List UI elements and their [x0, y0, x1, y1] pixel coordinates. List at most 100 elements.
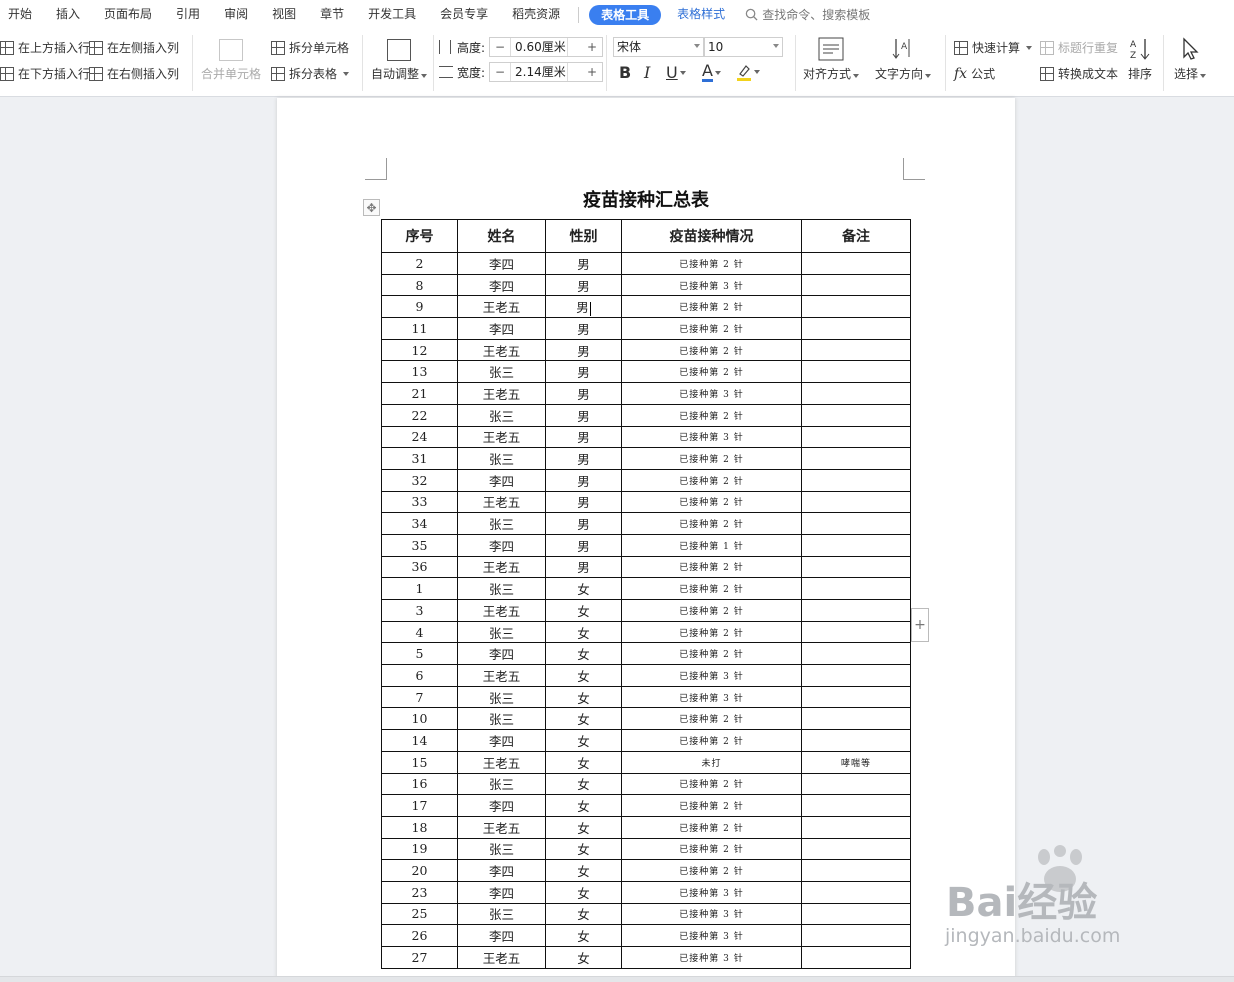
header-cell[interactable]: 性别 [545, 219, 622, 253]
cell-gender[interactable]: 男 [545, 533, 622, 557]
add-column-button[interactable]: + [911, 608, 929, 642]
convert-to-text-button[interactable]: 转换成文本 [1040, 65, 1118, 82]
auto-adjust-button[interactable]: 自动调整 [371, 39, 428, 82]
cell-gender[interactable]: 女 [545, 794, 622, 817]
cell-remark[interactable] [801, 468, 911, 492]
cell-gender[interactable]: 男 [545, 512, 622, 535]
cell-remark[interactable] [801, 880, 911, 904]
cell-serial[interactable]: 16 [381, 772, 458, 796]
cell-vaccination-status[interactable]: 已接种第 3 针 [621, 902, 802, 926]
column-width-decrease[interactable]: − [490, 63, 510, 81]
cell-name[interactable]: 王老五 [457, 946, 546, 969]
cell-remark[interactable] [801, 295, 911, 319]
row-height-decrease[interactable]: − [490, 38, 510, 56]
vaccination-table[interactable]: 序号 姓名 性别 疫苗接种情况 备注 2 李四男已接种第 2 针 8 李四男已接种第 … [381, 219, 911, 969]
cell-name[interactable]: 李四 [457, 273, 546, 297]
cell-vaccination-status[interactable]: 已接种第 3 针 [621, 425, 802, 449]
cell-name[interactable]: 王老五 [457, 382, 546, 405]
cell-vaccination-status[interactable]: 已接种第 2 针 [621, 707, 802, 731]
cell-name[interactable]: 王老五 [457, 338, 546, 362]
quick-calc-button[interactable]: 快速计算 [954, 39, 1033, 56]
tab-table-tools[interactable]: 表格工具 [589, 4, 662, 25]
cell-gender[interactable]: 女 [545, 685, 622, 709]
cell-serial[interactable]: 31 [381, 447, 458, 470]
cell-name[interactable]: 张三 [457, 707, 546, 731]
cell-vaccination-status[interactable]: 已接种第 2 针 [621, 360, 802, 384]
cell-name[interactable]: 张三 [457, 837, 546, 861]
insert-row-above-button[interactable]: 在上方插入行 [0, 39, 90, 56]
cell-gender[interactable]: 女 [545, 815, 622, 839]
header-cell[interactable]: 备注 [801, 219, 911, 253]
cell-serial[interactable]: 13 [381, 360, 458, 384]
cell-vaccination-status[interactable]: 已接种第 2 针 [621, 490, 802, 514]
cell-name[interactable]: 李四 [457, 729, 546, 752]
command-search[interactable]: 查找命令、搜索模板 [737, 6, 870, 23]
cell-serial[interactable]: 1 [381, 577, 458, 600]
row-height-stepper[interactable]: 高度: − 0.60厘米 + [439, 37, 604, 57]
cell-name[interactable]: 李四 [457, 880, 546, 904]
cell-serial[interactable]: 35 [381, 533, 458, 557]
insert-column-left-button[interactable]: 在左侧插入列 [89, 39, 179, 56]
cell-remark[interactable] [801, 685, 911, 709]
cell-gender[interactable]: 男 [545, 317, 622, 340]
cell-vaccination-status[interactable]: 已接种第 2 针 [621, 555, 802, 579]
cell-gender[interactable]: 女 [545, 946, 622, 969]
cell-serial[interactable]: 15 [381, 750, 458, 774]
cell-vaccination-status[interactable]: 已接种第 2 针 [621, 403, 802, 427]
cell-serial[interactable]: 24 [381, 425, 458, 449]
cell-vaccination-status[interactable]: 已接种第 2 针 [621, 729, 802, 752]
cell-remark[interactable] [801, 512, 911, 535]
cell-vaccination-status[interactable]: 已接种第 3 针 [621, 273, 802, 297]
cell-remark[interactable] [801, 902, 911, 926]
cell-serial[interactable]: 26 [381, 924, 458, 947]
cell-serial[interactable]: 25 [381, 902, 458, 926]
cell-gender[interactable]: 女 [545, 707, 622, 731]
cell-remark[interactable] [801, 664, 911, 687]
tab-start[interactable]: 开始 [0, 0, 44, 29]
cell-gender[interactable]: 女 [545, 620, 622, 644]
cell-vaccination-status[interactable]: 已接种第 2 针 [621, 599, 802, 622]
cell-gender[interactable]: 女 [545, 729, 622, 752]
cell-gender[interactable]: 女 [545, 837, 622, 861]
cell-gender[interactable]: 女 [545, 664, 622, 687]
cell-serial[interactable]: 21 [381, 382, 458, 405]
font-name-select[interactable]: 宋体 [613, 37, 704, 57]
split-table-button[interactable]: 拆分表格 [271, 65, 350, 82]
tab-review[interactable]: 审阅 [212, 0, 260, 29]
cell-vaccination-status[interactable]: 已接种第 2 针 [621, 252, 802, 275]
header-cell[interactable]: 序号 [381, 219, 458, 253]
cell-name[interactable]: 王老五 [457, 295, 546, 319]
cell-remark[interactable] [801, 425, 911, 449]
cell-vaccination-status[interactable]: 已接种第 2 针 [621, 468, 802, 492]
cell-name[interactable]: 李四 [457, 317, 546, 340]
tab-page-layout[interactable]: 页面布局 [92, 0, 164, 29]
cell-serial[interactable]: 9 [381, 295, 458, 319]
cell-gender[interactable]: 男 [545, 490, 622, 514]
column-width-value[interactable]: 2.14厘米 [510, 63, 569, 81]
cell-serial[interactable]: 36 [381, 555, 458, 579]
cell-serial[interactable]: 12 [381, 338, 458, 362]
underline-button[interactable]: U [666, 63, 686, 82]
cell-gender[interactable]: 男 [545, 273, 622, 297]
cell-name[interactable]: 王老五 [457, 490, 546, 514]
cell-gender[interactable]: 女 [545, 880, 622, 904]
cell-vaccination-status[interactable]: 已接种第 2 针 [621, 447, 802, 470]
cell-vaccination-status[interactable]: 已接种第 2 针 [621, 642, 802, 666]
cell-gender[interactable]: 女 [545, 859, 622, 882]
cell-remark[interactable] [801, 642, 911, 666]
cell-serial[interactable]: 32 [381, 468, 458, 492]
insert-row-below-button[interactable]: 在下方插入行 [0, 65, 90, 82]
cell-serial[interactable]: 19 [381, 837, 458, 861]
sort-button[interactable]: AZ 排序 [1128, 37, 1152, 82]
cell-serial[interactable]: 22 [381, 403, 458, 427]
font-size-select[interactable]: 10 [704, 37, 783, 57]
cell-remark[interactable] [801, 447, 911, 470]
cell-name[interactable]: 张三 [457, 360, 546, 384]
cell-name[interactable]: 王老五 [457, 664, 546, 687]
font-color-button[interactable]: A [702, 63, 721, 82]
cell-name[interactable]: 张三 [457, 685, 546, 709]
cell-gender[interactable]: 男 [545, 425, 622, 449]
cell-vaccination-status[interactable]: 已接种第 1 针 [621, 533, 802, 557]
highlight-button[interactable] [736, 63, 760, 81]
cell-name[interactable]: 李四 [457, 252, 546, 275]
